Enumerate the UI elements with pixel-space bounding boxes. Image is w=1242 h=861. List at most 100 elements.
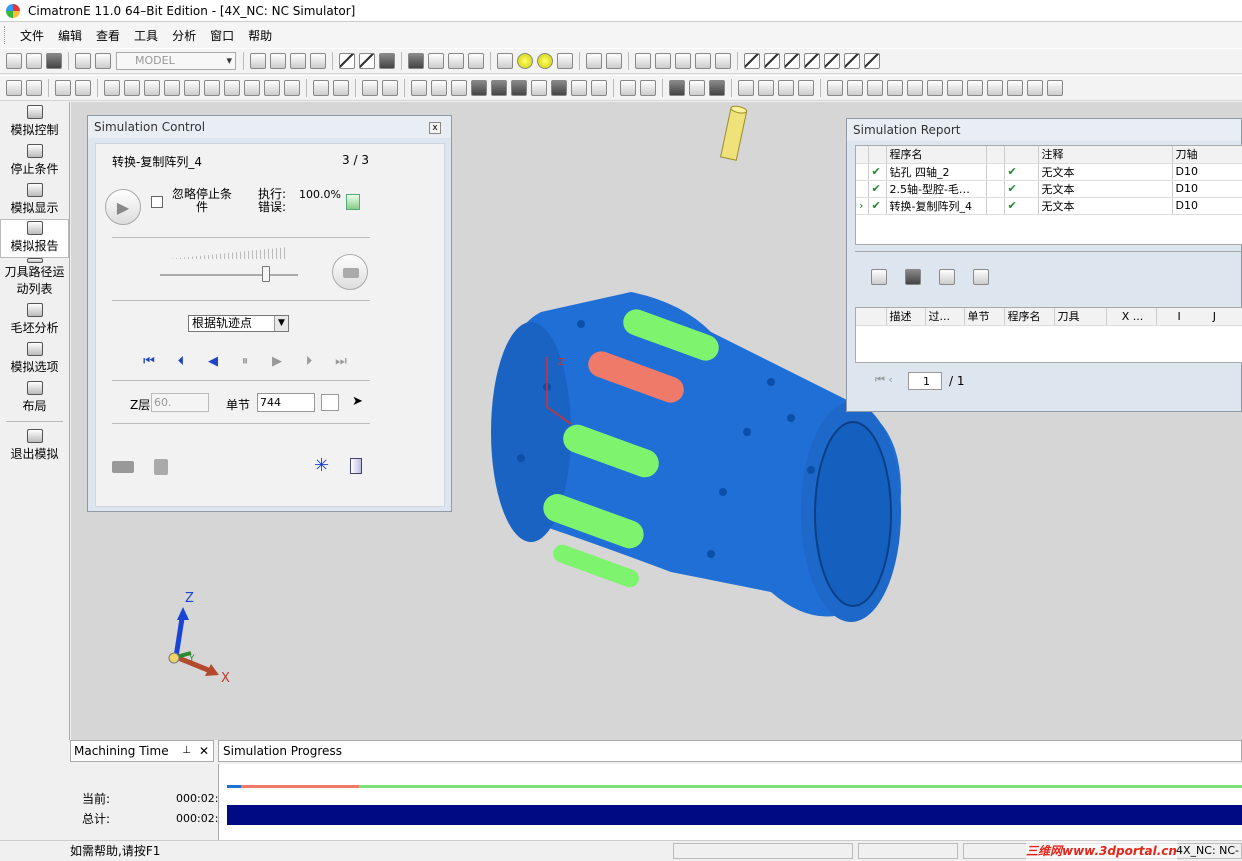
feature-8-icon[interactable] [244,80,260,96]
back-arrow-icon[interactable] [586,53,602,69]
lp-simulation-display[interactable]: 模拟显示 [0,180,69,219]
blend-icon[interactable] [709,80,725,96]
surface-icon[interactable] [669,80,685,96]
trans-2-icon[interactable] [758,80,774,96]
pause-icon[interactable]: ⏸ [230,354,260,369]
vertex-icon[interactable] [1007,80,1023,96]
ignore-stop-checkbox[interactable] [151,196,163,208]
trim-icon[interactable] [927,80,943,96]
delete-icon[interactable] [26,80,42,96]
step-mode-icon[interactable] [321,394,339,411]
feature-3-icon[interactable] [144,80,160,96]
pin-icon[interactable]: ⊥ [182,741,191,761]
forward-arrow-icon[interactable] [606,53,622,69]
col-x[interactable]: X ... [1106,308,1157,326]
menu-analysis[interactable]: 分析 [165,27,203,44]
feature-2-icon[interactable] [124,80,140,96]
menu-help[interactable]: 帮助 [241,27,279,44]
image-icon[interactable] [431,80,447,96]
zoom-icon[interactable] [290,53,306,69]
model-combo[interactable]: MODEL [116,52,236,70]
point-icon[interactable] [847,80,863,96]
machining-time-tab[interactable]: Machining Time ⊥ ✕ [70,740,214,762]
camera-button[interactable] [332,254,368,290]
prev-icon[interactable]: ⏴ [166,354,196,369]
shape-icon[interactable] [531,80,547,96]
report-tool-4-icon[interactable] [973,269,989,285]
step-forward-icon[interactable]: ▶ [262,354,292,369]
save-icon[interactable] [46,53,62,69]
pick-all-icon[interactable] [333,80,349,96]
new-file-icon[interactable] [6,53,22,69]
rectangle-icon[interactable] [491,80,507,96]
lp-simulation-options[interactable]: 模拟选项 [0,339,69,378]
last-step-icon[interactable]: ⏭ [326,354,356,369]
table-row[interactable]: ✔ 2.5轴-型腔-毛… ✔ 无文本 D10 [856,180,1242,198]
offset-icon[interactable] [907,80,923,96]
menu-view[interactable]: 查看 [89,27,127,44]
trans-3-icon[interactable] [778,80,794,96]
col-ij[interactable]: IJ [1156,308,1242,326]
col-pass[interactable]: 过... [925,308,965,326]
points-icon[interactable] [635,53,651,69]
filter-icon[interactable] [362,80,378,96]
check-icon[interactable] [620,80,636,96]
hide-icon[interactable] [557,53,573,69]
sketch-icon[interactable] [6,80,22,96]
menu-tools[interactable]: 工具 [127,27,165,44]
zoom-window-icon[interactable] [270,53,286,69]
select-filter-icon[interactable] [497,53,513,69]
copy-icon[interactable] [695,53,711,69]
find-icon[interactable] [448,53,464,69]
open-file-icon[interactable] [26,53,42,69]
page-first-icon[interactable]: ⏮ ‹ [875,373,893,387]
feature-1-icon[interactable] [104,80,120,96]
speed-slider-track[interactable] [160,274,298,276]
lp-simulation-report[interactable]: 模拟报告 [0,219,69,258]
funnel-icon[interactable] [382,80,398,96]
view-left-icon[interactable] [844,53,860,69]
col-tool[interactable]: 刀轴 [1172,146,1242,164]
report-tool-2-icon[interactable] [905,269,921,285]
lp-exit-simulation[interactable]: 退出模拟 [0,426,69,465]
snap-icon[interactable] [675,53,691,69]
exit-door-icon[interactable] [350,458,362,474]
col-step[interactable]: 单节 [964,308,1005,326]
view-back-icon[interactable] [784,53,800,69]
angle-icon[interactable] [987,80,1003,96]
table-row-current[interactable]: › ✔ 转换-复制阵列_4 ✔ 无文本 D10 [856,197,1242,215]
grid-icon[interactable] [1047,80,1063,96]
lp-stock-analysis[interactable]: 毛坯分析 [0,300,69,339]
mode-select[interactable]: 根据轨迹点 ▼ [188,315,289,332]
col-proc-name[interactable]: 程序名 [1004,308,1055,326]
divide-icon[interactable] [947,80,963,96]
boolean-icon[interactable] [591,80,607,96]
view-bottom-icon[interactable] [824,53,840,69]
trans-4-icon[interactable] [798,80,814,96]
tool-check-icon[interactable] [154,459,168,475]
swap-icon[interactable] [284,80,300,96]
light-bulb-icon[interactable] [517,53,533,69]
menu-edit[interactable]: 编辑 [51,27,89,44]
lp-stop-condition[interactable]: 停止条件 [0,141,69,180]
layer-icon[interactable] [408,53,424,69]
solid-icon[interactable] [551,80,567,96]
feature-9-icon[interactable] [264,80,280,96]
pan-icon[interactable] [310,53,326,69]
render-icon[interactable] [379,53,395,69]
col-cutter[interactable]: 刀具 [1054,308,1107,326]
spinner-icon[interactable]: ✳ [314,457,329,475]
lp-simulation-control[interactable]: 模拟控制 [0,102,69,141]
table-row[interactable]: ✔ 钻孔 四轴_2 ✔ 无文本 D10 [856,163,1242,181]
light-bulb-off-icon[interactable] [537,53,553,69]
spline-icon[interactable] [887,80,903,96]
step-input[interactable] [257,393,315,412]
close-icon[interactable]: ✕ [199,741,209,761]
view-front-icon[interactable] [764,53,780,69]
view-right-icon[interactable] [864,53,880,69]
lp-layout[interactable]: 布局 [0,378,69,417]
line-icon[interactable] [827,80,843,96]
first-step-icon[interactable]: ⏮ [134,354,164,369]
z-layer-input[interactable] [151,393,209,412]
view-cube-icon[interactable] [339,53,355,69]
